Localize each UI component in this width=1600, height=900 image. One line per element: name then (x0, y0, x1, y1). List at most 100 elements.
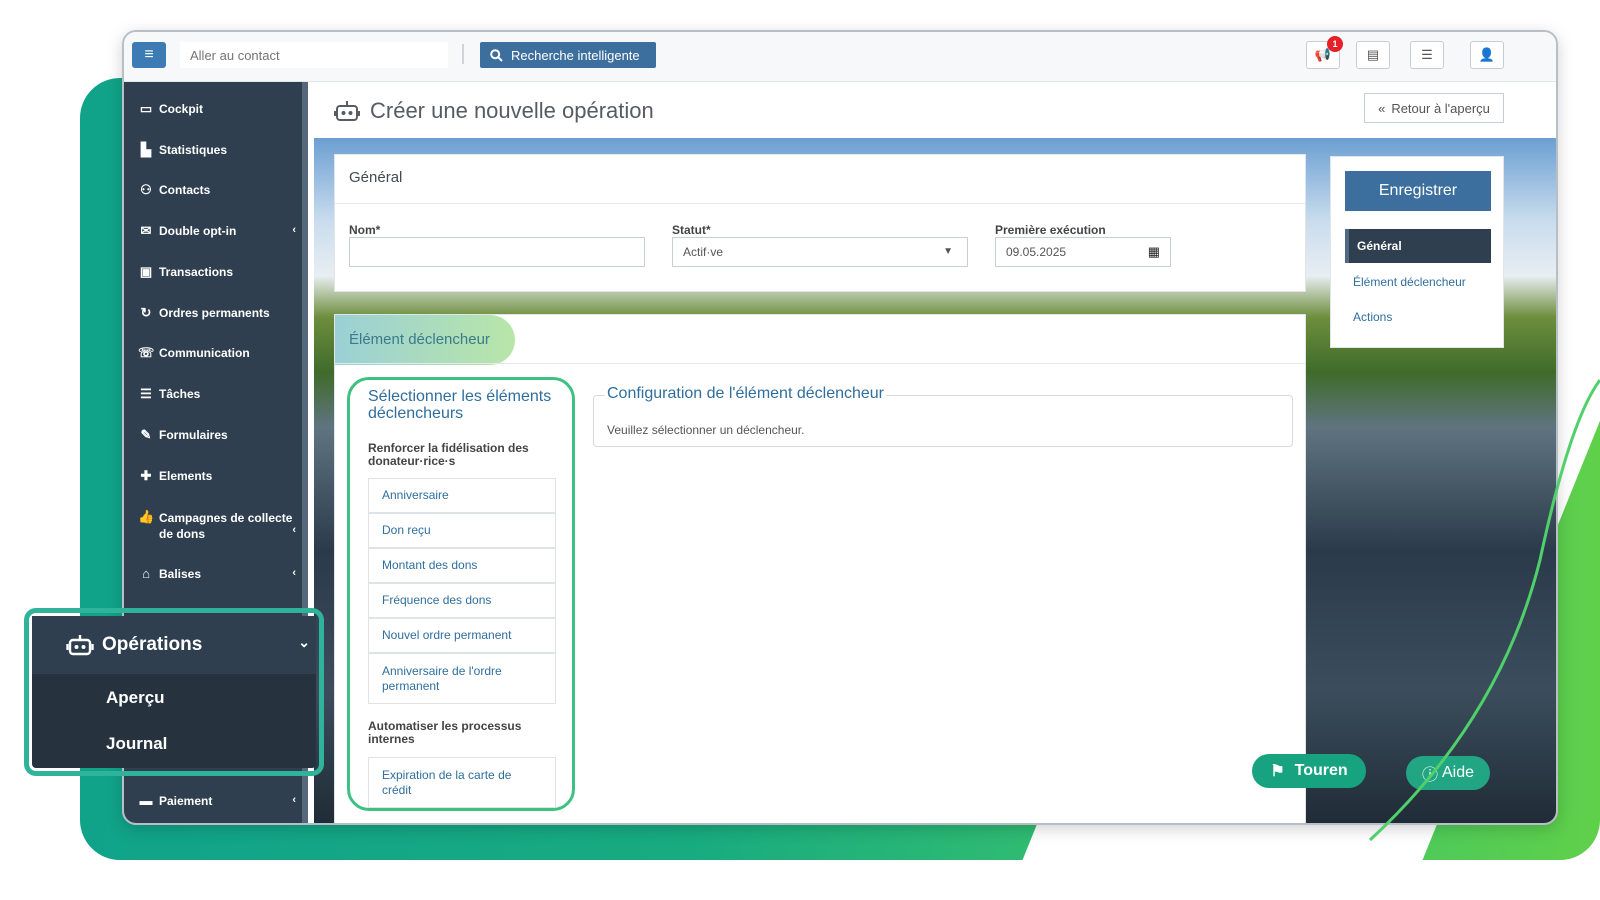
money-icon: ▣ (139, 264, 153, 279)
first-execution-date-input[interactable]: 09.05.2025 ▦ (995, 237, 1171, 267)
page-title-text: Créer une nouvelle opération (370, 98, 654, 123)
trigger-option[interactable]: Fréquence des dons (368, 583, 556, 618)
sidebar-item-ordres-permanents[interactable]: ↻ Ordres permanents (138, 306, 296, 320)
status-value: Actif·ve (683, 245, 724, 259)
user-profile-button[interactable]: 👤 (1470, 41, 1504, 69)
toolbar-separator (462, 44, 464, 64)
hamburger-icon: ≡ (144, 46, 154, 63)
general-card-title: Général (349, 169, 403, 186)
laptop-icon: ▭ (139, 101, 153, 116)
robot-icon (334, 101, 360, 121)
sidebar-item-label: Elements (159, 469, 213, 483)
chevron-left-icon: ‹ (292, 224, 296, 236)
trigger-option[interactable]: Montant des dons (368, 548, 556, 583)
help-button[interactable]: ⓘ Aide (1406, 756, 1490, 790)
trigger-option[interactable]: Don reçu (368, 513, 556, 548)
tasks-icon: ☰ (140, 386, 152, 401)
save-button[interactable]: Enregistrer (1345, 171, 1491, 211)
trigger-selection-panel: Sélectionner les éléments déclencheurs R… (347, 377, 575, 811)
section-nav-actions[interactable]: Actions (1345, 310, 1491, 324)
help-label: Aide (1441, 764, 1475, 781)
top-bar: ≡ Recherche intelligente 📢 1 ▤ ☰ 👤 (124, 32, 1556, 82)
smart-search-button[interactable]: Recherche intelligente (480, 42, 656, 68)
envelope-icon: ✉ (140, 223, 152, 238)
sidebar-item-label: Campagnes de collecte de dons (159, 511, 293, 541)
status-select[interactable]: Actif·ve ▼ (672, 237, 968, 267)
page-title: Créer une nouvelle opération (334, 98, 654, 124)
touren-button[interactable]: ⚑ Touren (1252, 754, 1366, 788)
sidebar-item-transactions[interactable]: ▣ Transactions (138, 265, 296, 279)
flag-icon: ⚑ (1270, 763, 1285, 780)
id-card-button[interactable]: ▤ (1356, 41, 1390, 69)
trigger-option[interactable]: Nouvel ordre permanent (368, 618, 556, 653)
tags-icon: ⌂ (142, 566, 150, 581)
section-nav-trigger[interactable]: Élément déclencheur (1345, 275, 1491, 289)
search-icon (490, 48, 503, 62)
calendar-icon: ▦ (1147, 244, 1160, 259)
puzzle-icon: ✚ (140, 468, 152, 483)
sidebar-item-elements[interactable]: ✚ Elements (138, 469, 296, 483)
sidebar-item-statistiques[interactable]: ▙ Statistiques (138, 143, 296, 157)
sidebar-item-campagnes[interactable]: 👍 Campagnes de collecte de dons ‹ (138, 510, 296, 542)
screenshot-stage: ≡ Recherche intelligente 📢 1 ▤ ☰ 👤 ▭ Cock… (0, 0, 1600, 900)
operations-menu-header[interactable]: Opérations ⌄ (32, 616, 316, 674)
trigger-card: Élément déclencheur Sélectionner les élé… (334, 314, 1306, 823)
sidebar-item-formulaires[interactable]: ✎ Formulaires (138, 428, 296, 442)
thumbs-up-icon: 👍 (138, 509, 155, 524)
trigger-group-heading: Renforcer la fidélisation des donateur·r… (368, 441, 529, 468)
notification-badge: 1 (1327, 36, 1343, 52)
operations-submenu-apercu[interactable]: Aperçu (106, 688, 165, 708)
trigger-option[interactable]: Anniversaire de l'ordre permanent (368, 653, 556, 704)
goto-contact-input[interactable] (180, 42, 448, 68)
trigger-config-message: Veuillez sélectionner un déclencheur. (607, 423, 805, 437)
sidebar-item-taches[interactable]: ☰ Tâches (138, 387, 296, 401)
status-label: Statut* (672, 223, 711, 237)
touren-label: Touren (1294, 762, 1348, 779)
sidebar-item-double-opt-in[interactable]: ✉ Double opt-in ‹ (138, 224, 296, 238)
right-navigation-panel: Enregistrer Général Élément déclencheur … (1330, 156, 1504, 348)
trigger-option[interactable]: Expiration de la carte de crédit (368, 757, 556, 808)
trigger-option[interactable]: Anniversaire (368, 478, 556, 513)
chart-icon: ▙ (141, 142, 151, 157)
trigger-group-heading: Automatiser les processus internes (368, 719, 522, 746)
first-execution-value: 09.05.2025 (1006, 245, 1067, 259)
credit-card-icon: ▬ (139, 793, 153, 808)
sidebar-item-cockpit[interactable]: ▭ Cockpit (138, 102, 296, 116)
caret-down-icon: ▼ (943, 246, 953, 257)
sidebar-item-balises[interactable]: ⌂ Balises ‹ (138, 567, 296, 581)
chevron-down-icon: ⌄ (298, 634, 310, 650)
name-input[interactable] (349, 237, 645, 267)
name-label: Nom* (349, 223, 381, 237)
sidebar-item-contacts[interactable]: ⚇ Contacts (138, 183, 296, 197)
back-label: Retour à l'aperçu (1391, 100, 1490, 116)
first-execution-label: Première exécution (995, 223, 1106, 237)
operations-submenu-journal[interactable]: Journal (106, 734, 167, 754)
card-divider (335, 203, 1305, 204)
sidebar-item-label: Balises (159, 567, 202, 581)
smart-search-label: Recherche intelligente (511, 47, 640, 63)
general-card: Général Nom* Statut* Actif·ve ▼ Première… (334, 154, 1306, 292)
sidebar-item-label: Double opt-in (159, 224, 237, 238)
trigger-selection-title: Sélectionner les éléments déclencheurs (368, 388, 552, 422)
user-icon: 👤 (1478, 47, 1496, 62)
back-to-overview-button[interactable]: « Retour à l'aperçu (1364, 93, 1504, 123)
announcements-button[interactable]: 📢 1 (1306, 36, 1343, 69)
sidebar-item-communication[interactable]: ☏ Communication (138, 346, 296, 360)
edit-icon: ✎ (140, 427, 152, 442)
sidebar-item-label: Tâches (159, 387, 201, 401)
recurring-icon: ↻ (140, 305, 152, 320)
app-window: ≡ Recherche intelligente 📢 1 ▤ ☰ 👤 ▭ Cock… (122, 30, 1558, 825)
sidebar-item-label: Statistiques (159, 143, 228, 157)
sidebar-item-label: Ordres permanents (159, 306, 270, 320)
trigger-card-title: Élément déclencheur (335, 315, 515, 365)
sidebar-item-label: Transactions (159, 265, 234, 279)
checklist-icon: ☰ (1421, 47, 1433, 62)
sidebar-item-label: Formulaires (159, 428, 228, 442)
sidebar-item-label: Cockpit (159, 102, 204, 116)
chevron-left-icon: ‹ (292, 567, 296, 579)
double-chevron-left-icon: « (1378, 100, 1386, 116)
section-nav-general[interactable]: Général (1345, 229, 1491, 263)
sidebar-item-paiement[interactable]: ▬ Paiement ‹ (138, 793, 297, 808)
task-list-button[interactable]: ☰ (1410, 41, 1444, 69)
hamburger-menu-button[interactable]: ≡ (132, 42, 166, 68)
